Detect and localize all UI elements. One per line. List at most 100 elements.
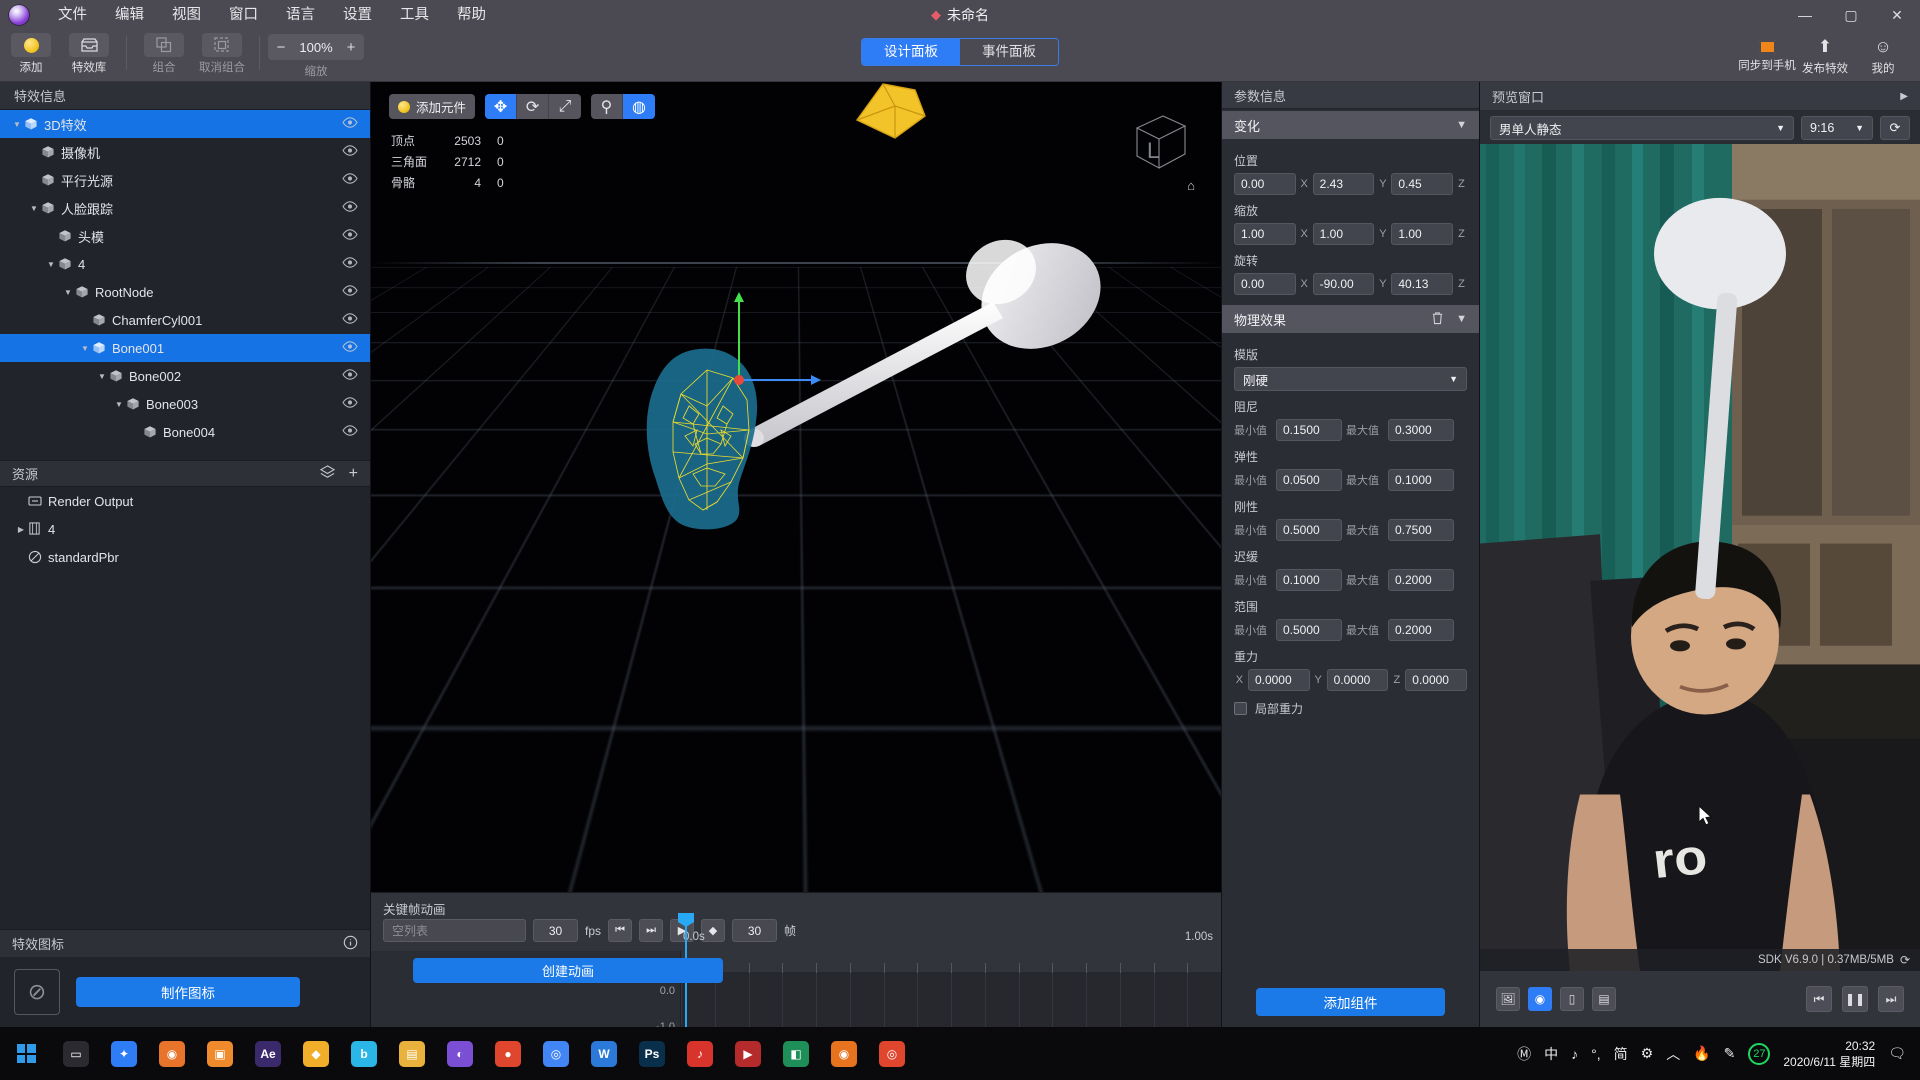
preview-refresh-button[interactable]: ⟳ [1880, 116, 1910, 140]
visibility-eye-icon[interactable] [342, 312, 358, 328]
tree-item--[interactable]: 平行光源 [0, 166, 370, 194]
gear-icon[interactable]: ⚙ [1641, 1045, 1654, 1062]
animation-select[interactable]: 空列表 [383, 919, 526, 942]
resource-twisty-icon[interactable]: ▶ [14, 525, 28, 534]
next-button[interactable]: ⏭ [1878, 986, 1904, 1012]
tree-item--[interactable]: 头模 [0, 222, 370, 250]
create-animation-button[interactable]: 创建动画 [413, 958, 723, 983]
sync-to-phone-button[interactable]: 同步到手机 [1738, 30, 1796, 82]
toolbar-library-button[interactable]: 特效库 [60, 30, 118, 80]
add-resource-icon[interactable]: + [349, 465, 358, 483]
tree-item-bone001[interactable]: ▼ Bone001 [0, 334, 370, 362]
position-y-input[interactable]: 2.43 [1313, 173, 1375, 195]
restart-button[interactable]: ⏮ [1806, 986, 1832, 1012]
menu-item-file[interactable]: 文件 [44, 0, 101, 30]
tree-item-4[interactable]: ▼ 4 [0, 250, 370, 278]
rotation-z-input[interactable]: 40.13 [1391, 273, 1453, 295]
scale-x-input[interactable]: 1.00 [1234, 223, 1296, 245]
menu-item-help[interactable]: 帮助 [443, 0, 500, 30]
menu-item-tools[interactable]: 工具 [386, 0, 443, 30]
tray-item-pen[interactable]: ✎ [1724, 1045, 1736, 1062]
tray-item-punct[interactable]: °, [1591, 1046, 1601, 1062]
tray-item-flame[interactable]: 🔥 [1693, 1045, 1710, 1062]
gravity-z-input[interactable]: 0.0000 [1405, 669, 1467, 691]
scale-tool-button[interactable]: ⤢ [549, 94, 581, 119]
visibility-eye-icon[interactable] [342, 256, 358, 272]
tree-item--[interactable]: ▼ 人脸跟踪 [0, 194, 370, 222]
taskbar-app-wps[interactable]: W [580, 1027, 628, 1080]
home-up-icon[interactable]: ⌂ [1187, 178, 1195, 193]
visibility-eye-icon[interactable] [342, 424, 358, 440]
taskbar-app-music[interactable]: ♪ [676, 1027, 724, 1080]
notification-icon[interactable]: 🗨 [1888, 1045, 1906, 1062]
timeline-grid[interactable] [681, 973, 1221, 1027]
info-icon[interactable] [343, 935, 358, 953]
visibility-eye-icon[interactable] [342, 340, 358, 356]
menu-item-edit[interactable]: 编辑 [101, 0, 158, 30]
tab-event-panel[interactable]: 事件面板 [960, 39, 1058, 65]
taskbar-app-red2[interactable]: ◎ [868, 1027, 916, 1080]
template-select[interactable]: 刚硬 ▼ [1234, 367, 1467, 391]
add-component-button[interactable]: 添加元件 [389, 94, 475, 119]
tray-item-sound[interactable]: ♪ [1571, 1046, 1578, 1062]
min-input[interactable]: 0.1000 [1276, 569, 1342, 591]
tray-item-simplified[interactable]: 简 [1614, 1044, 1628, 1064]
chevron-down-icon[interactable]: ▼ [1456, 119, 1467, 131]
rotate-tool-button[interactable]: ⟳ [517, 94, 549, 119]
move-tool-button[interactable]: ✥ [485, 94, 517, 119]
chevron-down-icon[interactable]: ▼ [1456, 313, 1467, 325]
rotation-y-input[interactable]: -90.00 [1313, 273, 1375, 295]
position-z-input[interactable]: 0.45 [1391, 173, 1453, 195]
taskbar-app-ae[interactable]: Ae [244, 1027, 292, 1080]
resources-list[interactable]: Render Output ▶ 4 standardPbr [0, 487, 370, 957]
visibility-eye-icon[interactable] [342, 368, 358, 384]
taskbar-app-orange-2[interactable]: ▣ [196, 1027, 244, 1080]
visibility-eye-icon[interactable] [342, 200, 358, 216]
layers-icon[interactable] [320, 465, 335, 483]
transform-gizmo[interactable] [701, 282, 831, 392]
tray-badge[interactable]: 27 [1748, 1043, 1770, 1065]
visibility-eye-icon[interactable] [342, 228, 358, 244]
tree-item-bone003[interactable]: ▼ Bone003 [0, 390, 370, 418]
gravity-y-input[interactable]: 0.0000 [1327, 669, 1389, 691]
tree-item-chamfercyl001[interactable]: ChamferCyl001 [0, 306, 370, 334]
resource-item-4[interactable]: ▶ 4 [0, 515, 370, 543]
resource-item-render-output[interactable]: Render Output [0, 487, 370, 515]
toolbar-add-button[interactable]: 添加 [2, 30, 60, 80]
make-icon-button[interactable]: 制作图标 [76, 977, 300, 1007]
taskbar-app-chrome[interactable]: ◎ [532, 1027, 580, 1080]
taskbar-app-firefox[interactable]: ◉ [148, 1027, 196, 1080]
tray-item-m[interactable]: Ⓜ [1517, 1044, 1531, 1064]
start-button[interactable] [0, 1027, 52, 1080]
scale-z-input[interactable]: 1.00 [1391, 223, 1453, 245]
menu-item-view[interactable]: 视图 [158, 0, 215, 30]
tab-design-panel[interactable]: 设计面板 [862, 39, 960, 65]
visibility-eye-icon[interactable] [342, 284, 358, 300]
min-input[interactable]: 0.0500 [1276, 469, 1342, 491]
taskbar-clock[interactable]: 20:32 2020/6/11 星期四 [1783, 1038, 1875, 1070]
transform-section-header[interactable]: 变化 ▼ [1222, 111, 1479, 139]
menu-item-settings[interactable]: 设置 [329, 0, 386, 30]
tree-twisty-icon[interactable]: ▼ [95, 372, 109, 381]
min-input[interactable]: 0.5000 [1276, 619, 1342, 641]
photo-mode-button[interactable]: 🖼 [1496, 987, 1520, 1011]
chevron-up-icon[interactable]: ︿ [1666, 1044, 1680, 1064]
tree-twisty-icon[interactable]: ▼ [10, 120, 24, 129]
menu-item-window[interactable]: 窗口 [215, 0, 272, 30]
tree-twisty-icon[interactable]: ▼ [112, 400, 126, 409]
maximize-button[interactable]: ▢ [1828, 0, 1874, 30]
local-gravity-row[interactable]: 局部重力 [1234, 700, 1467, 717]
my-account-button[interactable]: ☺ 我的 [1854, 30, 1912, 82]
fps-input[interactable]: 30 [533, 919, 578, 942]
taskbar-app-blue-1[interactable]: ✦ [100, 1027, 148, 1080]
toolbar-group-button[interactable]: 组合 [135, 30, 193, 80]
timeline-ruler[interactable] [681, 951, 1221, 973]
taskbar-task-view[interactable]: ▭ [52, 1027, 100, 1080]
prev-key-button[interactable]: ⏮ [608, 919, 632, 942]
min-input[interactable]: 0.1500 [1276, 419, 1342, 441]
physics-section-header[interactable]: 物理效果 ▼ [1222, 305, 1479, 333]
scene-tree[interactable]: ▼ 3D特效 摄像机 平行光源 ▼ 人脸跟踪 头模 ▼ 4 ▼ RootNode ChamferCyl… [0, 110, 370, 460]
visibility-eye-icon[interactable] [342, 396, 358, 412]
tree-item-rootnode[interactable]: ▼ RootNode [0, 278, 370, 306]
global-space-button[interactable]: ◍ [623, 94, 655, 119]
